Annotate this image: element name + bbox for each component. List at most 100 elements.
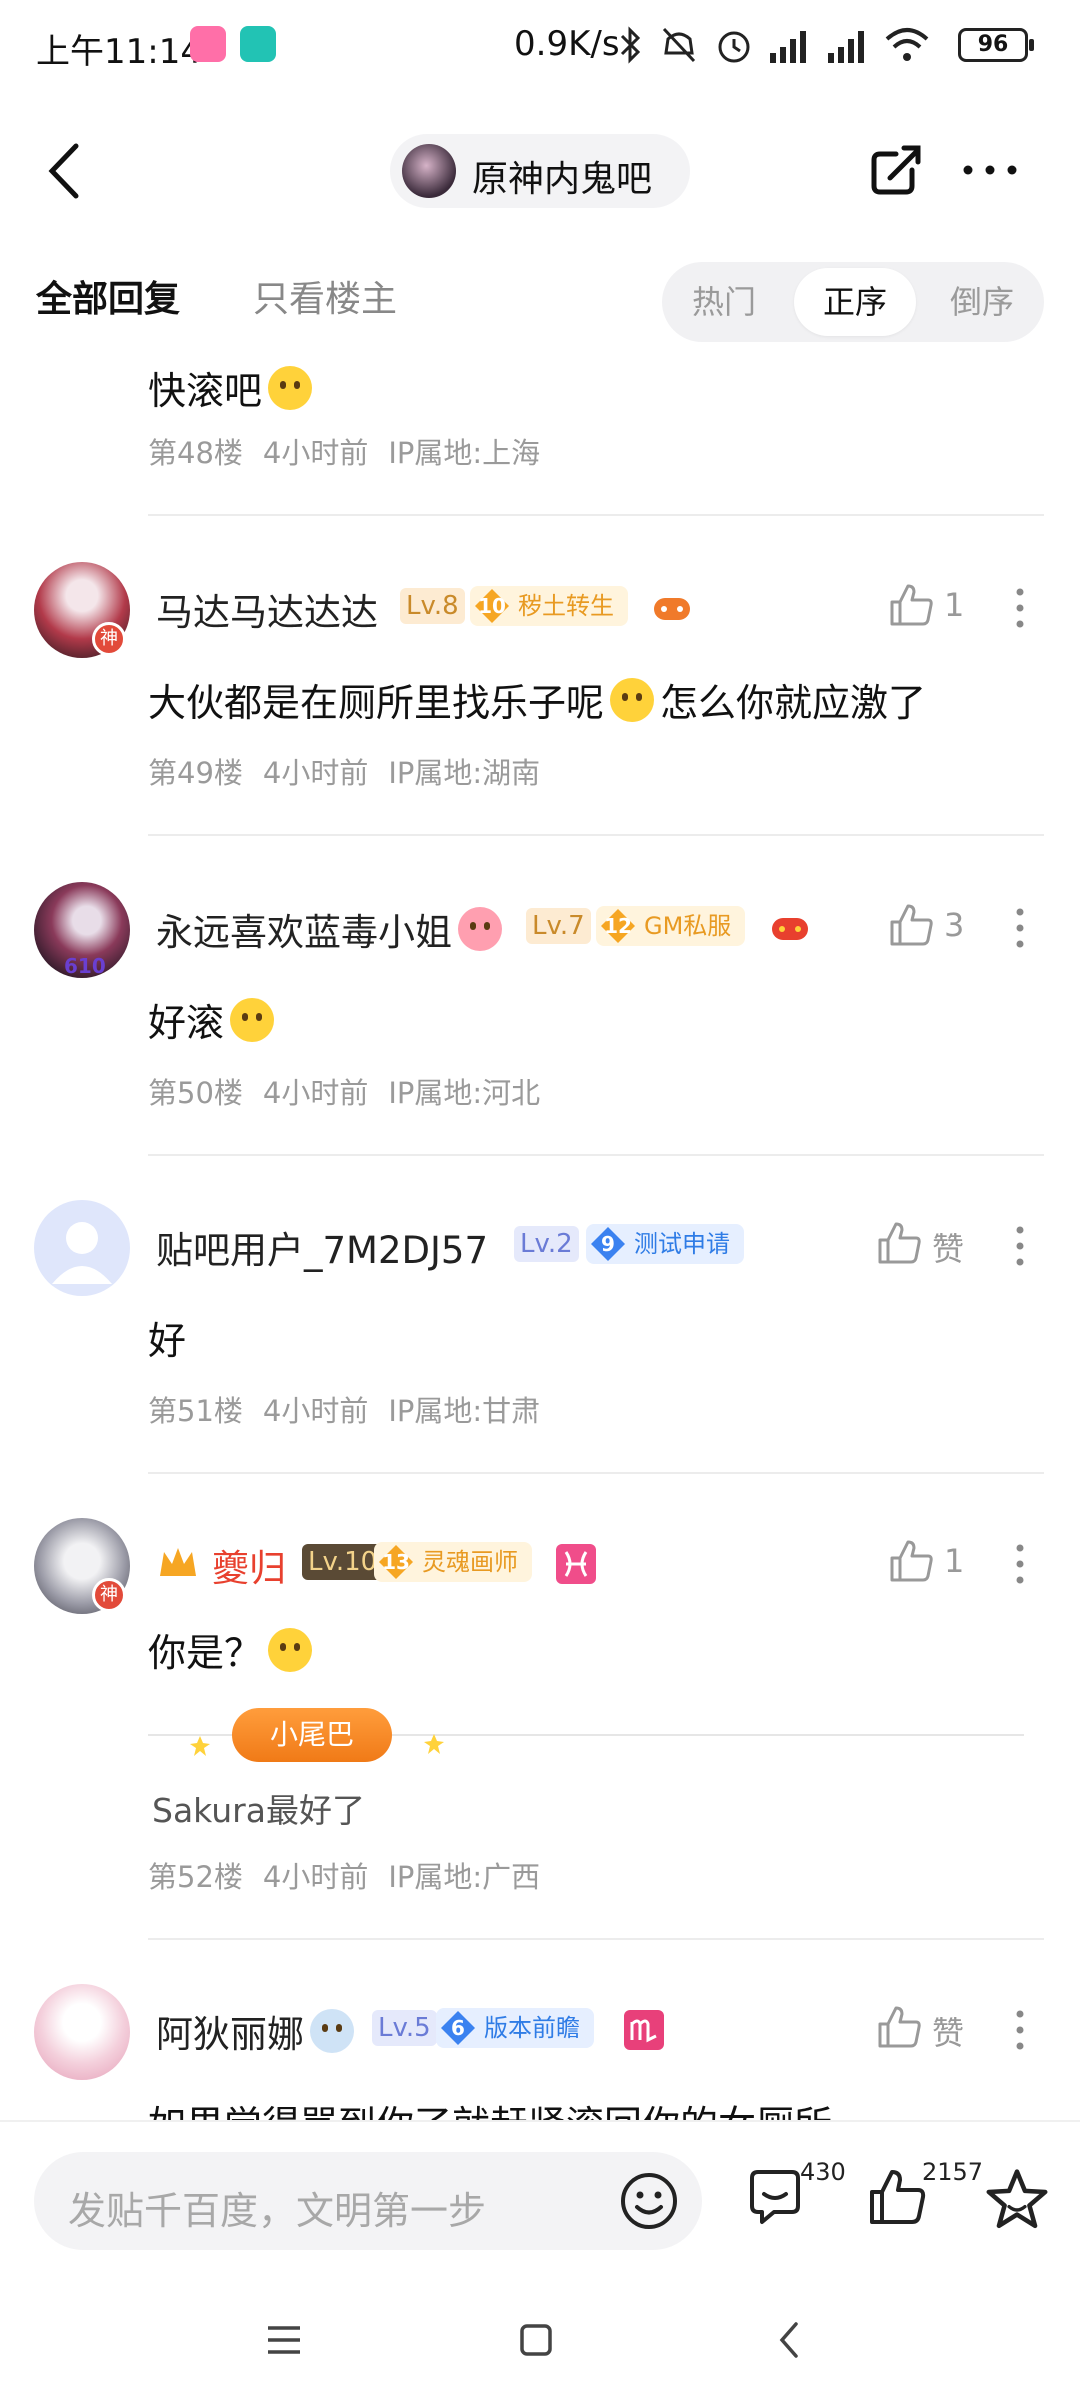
title-badge: 6 版本前瞻: [436, 2008, 594, 2048]
post-content: 好滚: [148, 992, 280, 1047]
status-icons: [618, 22, 930, 68]
post-content: 好: [148, 1319, 187, 1363]
diamond-icon: 10: [474, 588, 510, 624]
post-more-icon[interactable]: [1010, 2008, 1030, 2052]
avatar[interactable]: [34, 1200, 130, 1296]
battery-icon: 96: [958, 28, 1034, 62]
network-speed: 0.9K/s: [514, 24, 620, 64]
more-icon[interactable]: [960, 150, 1020, 190]
default-avatar-icon: [52, 1222, 112, 1284]
diamond-icon: 6: [440, 2010, 476, 2046]
post-content: 大伙都是在厕所里找乐子呢 怎么你就应激了: [148, 672, 926, 727]
title-badge: 12 GM私服: [596, 906, 746, 946]
like-button[interactable]: 赞: [876, 2004, 964, 2054]
scorpio-icon: [624, 2010, 664, 2050]
sort-descending[interactable]: 倒序: [920, 262, 1044, 342]
crown-icon: [160, 1548, 196, 1576]
like-count: 1: [944, 1542, 965, 1580]
level-badge: Lv.5: [372, 2010, 437, 2046]
post-more-icon[interactable]: [1010, 1542, 1030, 1586]
post-more-icon[interactable]: [1010, 586, 1030, 630]
title-badge: 10 秽土转生: [470, 586, 628, 626]
sort-ascending[interactable]: 正序: [794, 268, 916, 336]
username[interactable]: 马达马达达达: [156, 582, 378, 636]
avatar-tag: 610: [64, 954, 106, 978]
like-count: 赞: [932, 2014, 965, 2052]
bilibili-app-icon: [190, 26, 226, 62]
username[interactable]: 贴吧用户_7M2DJ57: [156, 1220, 488, 1274]
wifi-icon: [885, 28, 929, 61]
post-meta: 第51楼 4小时前 IP属地:甘肃: [148, 1394, 541, 1428]
like-button[interactable]: 1: [888, 582, 964, 632]
level-badge: Lv.8: [400, 588, 465, 624]
tab-owner-only[interactable]: 只看楼主: [253, 270, 397, 322]
username[interactable]: 永远喜欢蓝毒小姐: [156, 902, 508, 956]
back-icon[interactable]: [40, 140, 90, 202]
divider: [148, 514, 1044, 516]
like-button[interactable]: 1: [888, 1538, 964, 1588]
sort-segment: 热门 正序 倒序: [662, 262, 1044, 342]
post-more-icon[interactable]: [1010, 906, 1030, 950]
like-count: 1: [944, 586, 965, 624]
thumb-up-icon: [870, 2170, 926, 2224]
username[interactable]: 夔归: [212, 1538, 286, 1592]
share-icon[interactable]: [866, 140, 926, 200]
gamepad-icon: [772, 918, 808, 940]
like-button[interactable]: 3: [888, 902, 964, 952]
comment-count: 430: [800, 2158, 846, 2186]
level-badge: Lv.10: [302, 1544, 384, 1580]
title-badge: 13 灵魂画师: [374, 1542, 532, 1582]
thumb-up-icon: [878, 2006, 921, 2048]
god-badge-icon: 神: [92, 1578, 126, 1612]
thumb-up-icon: [890, 584, 933, 626]
like-count: 3: [944, 906, 965, 944]
divider: [148, 1154, 1044, 1156]
signal-icon-1: [770, 31, 806, 63]
post-meta: 第50楼 4小时前 IP属地:河北: [148, 1076, 541, 1110]
divider: [148, 834, 1044, 836]
avatar[interactable]: [34, 1984, 130, 2080]
menu-icon[interactable]: [254, 2310, 314, 2370]
heart-face-emoji-icon: [458, 907, 502, 951]
post-meta: 第49楼 4小时前 IP属地:湖南: [148, 756, 541, 790]
status-bar: 上午11:14 0.9K/s 96: [0, 0, 1080, 92]
like-button[interactable]: 赞: [876, 1220, 964, 1270]
system-nav-bar: [0, 2280, 1080, 2400]
emoji-picker-icon[interactable]: [618, 2170, 680, 2232]
username[interactable]: 阿狄丽娜: [156, 2004, 360, 2058]
level-badge: Lv.2: [514, 1226, 579, 1262]
comment-button[interactable]: 430: [744, 2158, 846, 2236]
thumb-up-icon: [890, 1540, 933, 1582]
like-post-count: 2157: [922, 2158, 984, 2186]
divider: [148, 1472, 1044, 1474]
tail-text: Sakura最好了: [152, 1791, 365, 1830]
emoji-icon: [268, 366, 313, 410]
back-nav-icon[interactable]: [760, 2310, 820, 2370]
reply-input-placeholder: 发贴千百度，文明第一步: [68, 2189, 487, 2233]
forum-avatar: [402, 144, 456, 198]
post-more-icon[interactable]: [1010, 1224, 1030, 1268]
post-meta: 第48楼 4小时前 IP属地:上海: [148, 436, 541, 470]
reply-input[interactable]: 发贴千百度，文明第一步: [34, 2152, 702, 2250]
comment-icon: [750, 2170, 800, 2224]
home-app-icon: [240, 26, 276, 62]
diamond-icon: 9: [590, 1226, 626, 1262]
title-badge: 9 测试申请: [586, 1224, 744, 1264]
thumb-up-icon: [890, 904, 933, 946]
home-icon[interactable]: [506, 2310, 566, 2370]
like-post-button[interactable]: 2157: [866, 2158, 983, 2236]
diamond-icon: 12: [600, 908, 636, 944]
forum-title-button[interactable]: 原神内鬼吧: [390, 134, 690, 208]
level-badge: Lv.7: [526, 908, 591, 944]
post-content: 快滚吧: [148, 360, 318, 415]
favorite-star-icon[interactable]: [982, 2166, 1052, 2236]
status-time: 上午11:14: [36, 32, 202, 72]
signal-icon-2: [828, 31, 864, 63]
diamond-icon: 13: [378, 1544, 414, 1580]
sort-hot[interactable]: 热门: [662, 262, 786, 342]
emoji-icon: [268, 1628, 313, 1672]
divider: [148, 1938, 1044, 1940]
tab-all-replies[interactable]: 全部回复: [36, 270, 180, 322]
like-count: 赞: [932, 1230, 965, 1268]
forum-name: 原神内鬼吧: [472, 159, 653, 200]
